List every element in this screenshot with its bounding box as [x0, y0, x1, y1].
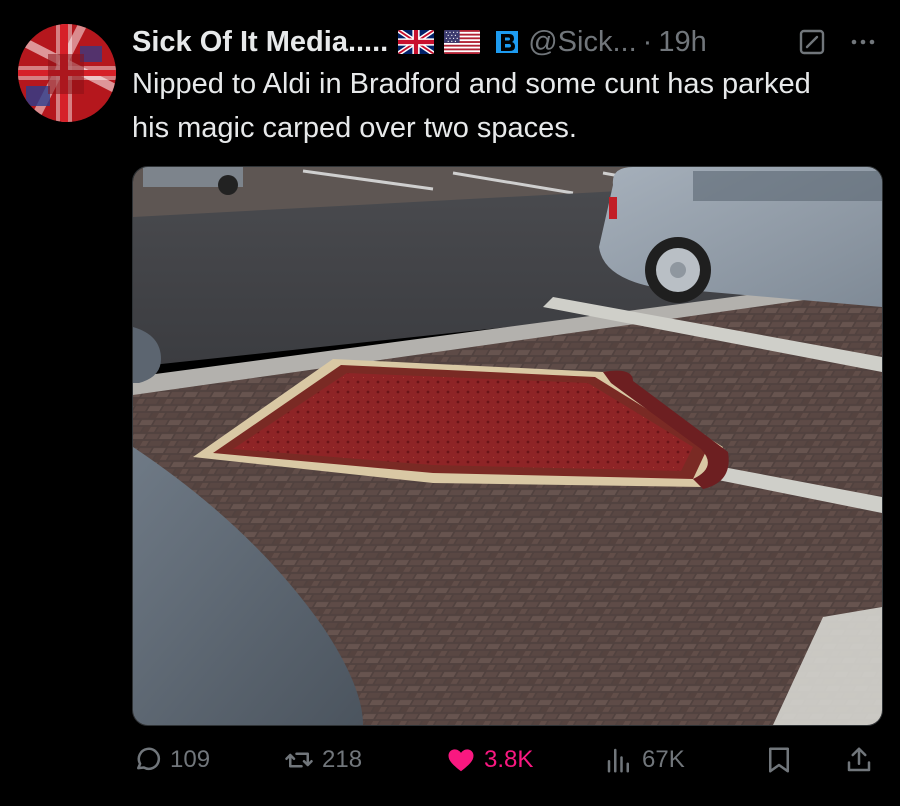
share-button[interactable]	[844, 738, 874, 782]
grok-icon[interactable]	[798, 28, 826, 56]
avatar[interactable]	[18, 24, 116, 122]
more-icon[interactable]	[848, 27, 878, 57]
reply-button[interactable]: 109	[132, 738, 210, 782]
bookmark-button[interactable]	[764, 738, 794, 782]
like-button[interactable]: 3.8K	[446, 738, 533, 782]
bookmark-icon	[769, 747, 789, 773]
views-button[interactable]: 67K	[604, 738, 685, 782]
retweet-count: 218	[322, 746, 363, 773]
action-bar: 109 218 3.8K 67K	[132, 738, 880, 782]
author-name[interactable]: Sick Of It Media.....	[132, 26, 388, 59]
retweet-icon	[285, 752, 313, 768]
heart-icon	[448, 749, 474, 772]
tweet-photo[interactable]	[132, 166, 883, 726]
reply-icon	[137, 747, 161, 771]
tweet-text: Nipped to Aldi in Bradford and some cunt…	[132, 68, 811, 144]
like-count: 3.8K	[484, 746, 534, 773]
author-handle[interactable]: @Sick...	[528, 26, 636, 59]
reply-count: 109	[170, 746, 211, 773]
views-icon	[607, 748, 629, 773]
retweet-button[interactable]: 218	[284, 738, 362, 782]
uk-flag-icon	[398, 30, 435, 54]
us-flag-icon	[444, 30, 481, 54]
timestamp[interactable]: 19h	[658, 26, 706, 59]
share-icon	[847, 747, 871, 772]
b-badge-icon	[496, 31, 519, 53]
dot-separator: ·	[642, 25, 653, 58]
tweet: Sick Of It Media..... @Sick... · 19h Nip…	[0, 0, 900, 806]
tweet-header: Sick Of It Media..... @Sick... · 19h	[132, 22, 878, 62]
views-count: 67K	[642, 746, 685, 773]
